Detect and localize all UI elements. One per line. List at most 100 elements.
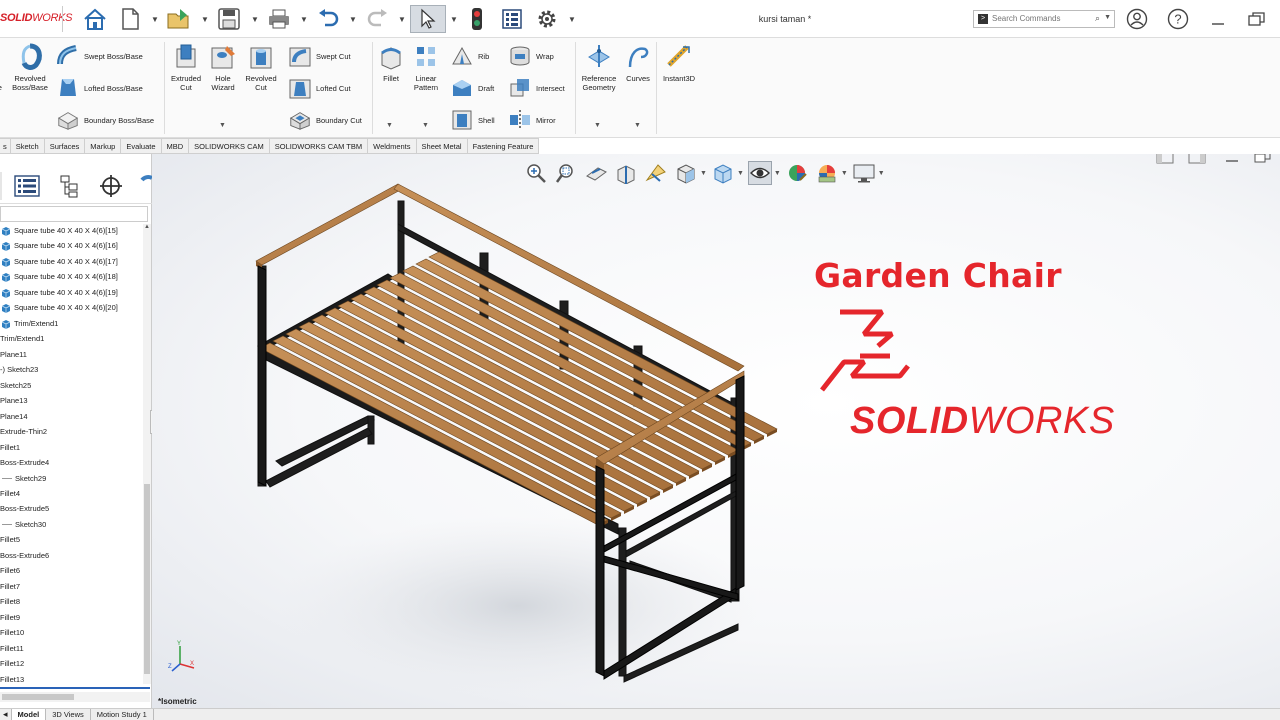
chevron-down-icon[interactable]: ▼ [349, 15, 357, 24]
tab-surfaces[interactable]: Surfaces [44, 138, 86, 154]
tab-scroll-left-icon[interactable]: ◂ [0, 709, 12, 720]
chevron-down-icon[interactable]: ▼ [300, 15, 308, 24]
tree-item[interactable]: Fillet10 [0, 626, 24, 640]
print-icon[interactable] [265, 5, 293, 33]
chevron-down-icon[interactable]: ▼ [841, 170, 848, 177]
tree-item[interactable]: Square tube 40 X 40 X 4(6)[16] [0, 239, 118, 253]
chevron-down-icon[interactable]: ▼ [251, 15, 259, 24]
tab-sheet-metal[interactable]: Sheet Metal [416, 138, 468, 154]
viewport-minimize-icon[interactable] [1224, 154, 1240, 167]
tab-solidworks-cam-tbm[interactable]: SOLIDWORKS CAM TBM [269, 138, 369, 154]
extruded-cut-button[interactable]: Extruded Cut [168, 42, 204, 92]
chevron-down-icon[interactable]: ▼ [398, 15, 406, 24]
linear-pattern-button[interactable]: Linear Pattern [408, 42, 444, 92]
chevron-down-icon[interactable]: ▼ [151, 15, 159, 24]
tab-s[interactable]: s [0, 138, 11, 154]
chevron-down-icon[interactable]: ▼ [594, 122, 601, 129]
tree-item[interactable]: Boss-Extrude4 [0, 456, 49, 470]
gear-icon[interactable] [533, 5, 561, 33]
chevron-down-icon[interactable]: ▼ [219, 122, 226, 129]
new-document-icon[interactable] [116, 5, 144, 33]
rib-button[interactable]: Rib [450, 42, 489, 70]
tree-item[interactable]: Boss-Extrude6 [0, 549, 49, 563]
reference-geometry-button[interactable]: Reference Geometry [578, 42, 620, 92]
tree-item[interactable]: Square tube 40 X 40 X 4(6)[17] [0, 255, 118, 269]
tree-item[interactable]: Fillet6 [0, 564, 20, 578]
tree-item[interactable]: Fillet9 [0, 611, 20, 625]
lofted-boss-button[interactable]: Lofted Boss/Base [56, 74, 143, 102]
tree-item[interactable]: Boss-Extrude5 [0, 502, 49, 516]
tree-item[interactable]: Fillet7 [0, 580, 20, 594]
undo-icon[interactable] [314, 5, 342, 33]
tree-item[interactable]: Plane14 [0, 410, 28, 424]
chevron-down-icon[interactable]: ▼ [201, 15, 209, 24]
tree-item[interactable]: Fillet5 [0, 533, 20, 547]
scrollbar-thumb[interactable] [144, 484, 150, 674]
tab-3d-views[interactable]: 3D Views [46, 709, 91, 720]
fm-tab-partial[interactable] [0, 172, 2, 200]
instant3d-button[interactable]: Instant3D [660, 42, 698, 83]
fillet-button[interactable]: Fillet [376, 42, 406, 83]
draft-button[interactable]: Draft [450, 74, 494, 102]
tab-markup[interactable]: Markup [85, 138, 122, 154]
chevron-down-icon[interactable]: ▼ [634, 122, 641, 129]
tree-item[interactable]: Extrude-Thin2 [0, 425, 47, 439]
tab-fastening-feature[interactable]: Fastening Feature [467, 138, 540, 154]
home-icon[interactable] [81, 5, 109, 33]
hscrollbar-thumb[interactable] [2, 694, 74, 700]
search-icon[interactable]: ⌕ [1095, 13, 1100, 24]
chevron-down-icon[interactable]: ▼ [450, 15, 458, 24]
display-manager-tab-icon[interactable] [134, 172, 152, 200]
tree-item[interactable]: Square tube 40 X 40 X 4(6)[18] [0, 270, 118, 284]
minimize-icon[interactable] [1207, 8, 1229, 30]
wrap-button[interactable]: Wrap [508, 42, 554, 70]
restore-window-icon[interactable] [1246, 8, 1268, 30]
search-input[interactable] [992, 14, 1092, 23]
rebuild-traffic-light-icon[interactable] [463, 5, 491, 33]
viewport-tile-left-icon[interactable] [1156, 154, 1176, 167]
tree-item[interactable]: Plane13 [0, 394, 28, 408]
tree-item[interactable]: Square tube 40 X 40 X 4(6)[19] [0, 286, 118, 300]
chevron-down-icon[interactable]: ▼ [386, 122, 393, 129]
apply-scene-icon[interactable] [815, 161, 839, 185]
tree-item[interactable]: Fillet11 [0, 642, 24, 656]
select-cursor-icon[interactable] [410, 5, 446, 33]
tree-item[interactable]: Fillet1 [0, 441, 20, 455]
tree-item[interactable]: Plane11 [0, 348, 27, 362]
open-folder-icon[interactable] [165, 5, 193, 33]
viewport-tile-right-icon[interactable] [1188, 154, 1208, 167]
lofted-cut-button[interactable]: Lofted Cut [288, 74, 351, 102]
graphics-area[interactable]: ▼ ▼ ▼ ▼ ▼ Garden Chair SOLIDWORKS Y X Z … [152, 154, 1280, 708]
chevron-down-icon[interactable]: ▼ [1104, 14, 1111, 21]
tree-item[interactable]: Fillet13 [0, 673, 24, 687]
tree-item[interactable]: Square tube 40 X 40 X 4(6)[15] [0, 224, 118, 238]
tree-item[interactable]: Sketch25 [0, 379, 31, 393]
garden-chair-model[interactable] [248, 176, 808, 708]
mirror-button[interactable]: Mirror [508, 106, 556, 134]
tab-motion-study-1[interactable]: Motion Study 1 [91, 709, 154, 720]
tab-weldments[interactable]: Weldments [368, 138, 417, 154]
boundary-boss-button[interactable]: Boundary Boss/Base [56, 106, 154, 134]
tab-mbd[interactable]: MBD [161, 138, 190, 154]
scroll-up-icon[interactable]: ▲ [143, 224, 151, 230]
chevron-down-icon[interactable]: ▼ [568, 15, 576, 24]
configuration-manager-tab-icon[interactable] [54, 172, 84, 200]
search-commands-box[interactable]: > ⌕ ▼ [973, 10, 1115, 28]
chevron-down-icon[interactable]: ▼ [422, 122, 429, 129]
feature-tree-hscrollbar[interactable] [0, 692, 150, 702]
tab-evaluate[interactable]: Evaluate [121, 138, 162, 154]
user-account-icon[interactable] [1126, 8, 1148, 30]
tree-item[interactable]: Sketch30 [2, 518, 46, 532]
tree-item[interactable]: Trim/Extend1 [0, 332, 44, 346]
tab-solidworks-cam[interactable]: SOLIDWORKS CAM [189, 138, 270, 154]
viewport-restore-icon[interactable] [1253, 154, 1273, 167]
tree-item[interactable]: Fillet12 [0, 657, 24, 671]
tree-item[interactable]: Fillet4 [0, 487, 20, 501]
tree-item[interactable]: Trim/Extend1 [0, 317, 58, 331]
tree-item[interactable]: Square tube 40 X 40 X 4(6)[20] [0, 301, 118, 315]
save-icon[interactable] [215, 5, 243, 33]
hole-wizard-button[interactable]: Hole Wizard [206, 42, 240, 92]
property-manager-tab-icon[interactable] [12, 172, 42, 200]
feature-filter-input[interactable] [0, 206, 148, 222]
revolved-cut-button[interactable]: Revolved Cut [242, 42, 280, 92]
